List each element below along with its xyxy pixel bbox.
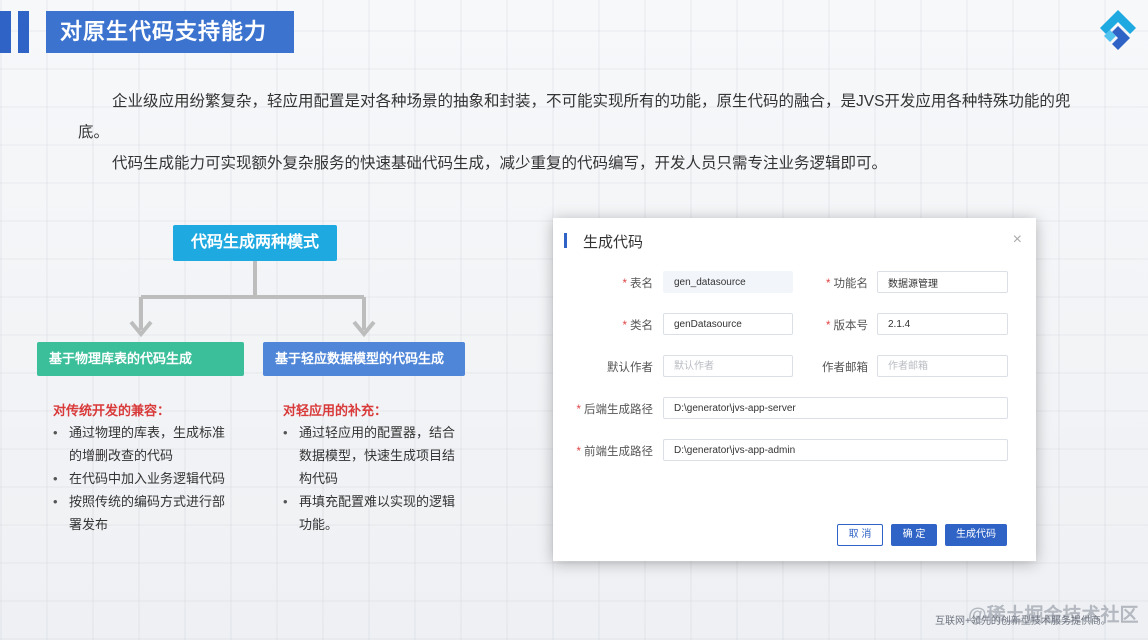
function-name-input[interactable] xyxy=(877,271,1008,293)
generate-code-dialog: 生成代码 × *表名 *功能名 *类名 *版本号 默认作者 作者邮箱 *后端生成… xyxy=(553,218,1036,561)
function-name-label: * 功能名 xyxy=(826,278,868,290)
dialog-title: 生成代码 xyxy=(583,234,644,251)
email-input[interactable] xyxy=(877,355,1008,377)
table-name-label: * 表名 xyxy=(622,278,653,290)
list-item: 按照传统的编码方式进行部署发布 xyxy=(53,490,233,536)
author-input[interactable] xyxy=(663,355,793,377)
dialog-title-accent xyxy=(564,233,567,248)
left-column-heading: 对传统开发的兼容： xyxy=(53,403,171,418)
close-icon[interactable]: × xyxy=(1013,231,1022,249)
table-name-input[interactable] xyxy=(663,271,793,293)
left-bullet-list: 通过物理的库表，生成标准的增删改查的代码 在代码中加入业务逻辑代码 按照传统的编… xyxy=(53,421,233,536)
frontend-path-label: * 前端生成路径 xyxy=(576,446,653,458)
right-column-heading: 对轻应用的补充： xyxy=(283,403,388,418)
version-input[interactable] xyxy=(877,313,1008,335)
branch-data-model: 基于轻应数据模型的代码生成 xyxy=(263,342,465,376)
confirm-button[interactable]: 确 定 xyxy=(891,524,937,546)
frontend-path-input[interactable] xyxy=(663,439,1008,461)
list-item: 在代码中加入业务逻辑代码 xyxy=(53,467,233,490)
generate-code-button[interactable]: 生成代码 xyxy=(945,524,1007,546)
version-label: * 版本号 xyxy=(826,320,868,332)
class-name-label: * 类名 xyxy=(622,320,653,332)
backend-path-input[interactable] xyxy=(663,397,1008,419)
backend-path-label: * 后端生成路径 xyxy=(576,404,653,416)
author-label: 默认作者 xyxy=(607,362,653,374)
list-item: 再填充配置难以实现的逻辑功能。 xyxy=(283,490,461,536)
cancel-button[interactable]: 取 消 xyxy=(837,524,883,546)
right-bullet-list: 通过轻应用的配置器，结合数据模型，快速生成项目结构代码 再填充配置难以实现的逻辑… xyxy=(283,421,461,536)
list-item: 通过物理的库表，生成标准的增删改查的代码 xyxy=(53,421,233,467)
watermark-subtext: 互联网+领先的创新型技术服务提供商。 xyxy=(935,616,1111,627)
class-name-input[interactable] xyxy=(663,313,793,335)
list-item: 通过轻应用的配置器，结合数据模型，快速生成项目结构代码 xyxy=(283,421,461,490)
branch-physical-table: 基于物理库表的代码生成 xyxy=(37,342,244,376)
email-label: 作者邮箱 xyxy=(822,362,868,374)
